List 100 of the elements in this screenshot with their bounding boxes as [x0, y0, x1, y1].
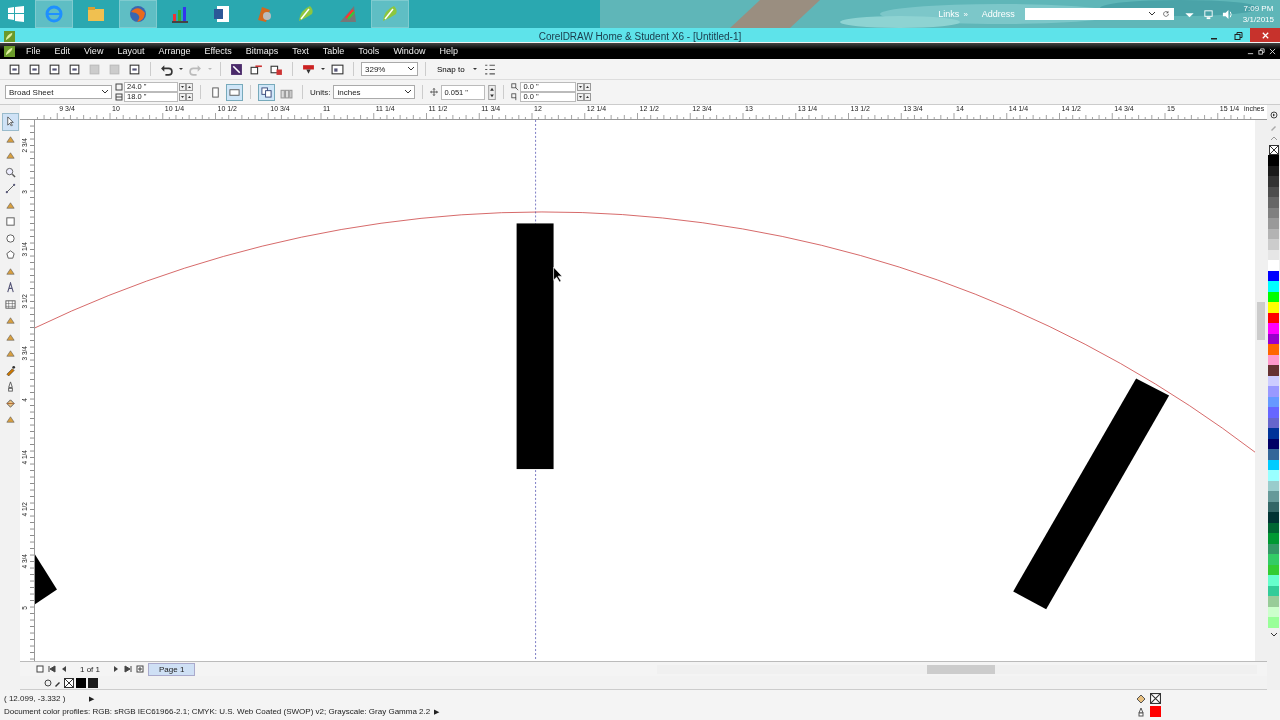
landscape-button[interactable] — [226, 83, 243, 101]
color-swatch[interactable] — [1268, 344, 1279, 355]
menu-item[interactable]: Table — [315, 46, 352, 56]
menu-item[interactable]: Window — [386, 46, 433, 56]
color-swatch[interactable] — [1268, 417, 1279, 428]
launcher-icon[interactable] — [302, 62, 315, 76]
color-swatch[interactable] — [1268, 354, 1279, 365]
color-swatch[interactable] — [1268, 302, 1279, 313]
color-swatch[interactable] — [1268, 512, 1279, 523]
menu-item[interactable]: Text — [285, 46, 316, 56]
color-swatch[interactable] — [1268, 501, 1279, 512]
palette-menu-icon[interactable] — [44, 678, 52, 687]
color-swatch[interactable] — [1268, 564, 1279, 575]
speaker-icon[interactable] — [1221, 8, 1233, 20]
menu-item[interactable]: Tools — [351, 46, 387, 56]
caret-icon[interactable] — [320, 66, 326, 72]
paste-icon[interactable] — [128, 62, 141, 76]
color-swatch[interactable] — [1268, 281, 1279, 292]
print-icon[interactable] — [68, 62, 81, 76]
color-swatch[interactable] — [1268, 407, 1279, 418]
horizontal-scrollbar[interactable] — [657, 664, 1257, 674]
page-size-dropdown[interactable]: Broad Sheet — [5, 85, 112, 99]
color-swatch[interactable] — [1268, 617, 1279, 628]
restore-icon[interactable] — [1258, 47, 1265, 55]
triangle-shape[interactable] — [35, 554, 57, 605]
caret-icon[interactable] — [178, 66, 184, 72]
color-swatch[interactable] — [1268, 449, 1279, 460]
windows-logo-icon[interactable] — [8, 6, 24, 22]
restore-icon[interactable] — [1233, 31, 1243, 41]
color-swatch[interactable] — [1268, 554, 1279, 565]
color-swatch[interactable] — [1268, 438, 1279, 449]
slanted-bar-shape[interactable] — [1013, 378, 1170, 610]
menu-item[interactable]: File — [19, 46, 48, 56]
no-color-swatch[interactable] — [1268, 145, 1279, 155]
color-swatch[interactable] — [1268, 396, 1279, 407]
spinner-icon[interactable] — [488, 84, 497, 100]
refresh-icon[interactable] — [1161, 10, 1170, 18]
page-tab[interactable]: Page 1 — [148, 662, 196, 676]
color-swatch[interactable] — [1268, 606, 1279, 617]
color-swatch[interactable] — [1268, 491, 1279, 502]
open-folder-icon[interactable] — [28, 62, 41, 76]
color-swatch[interactable] — [1268, 459, 1279, 470]
network-icon[interactable] — [1202, 8, 1214, 20]
menu-item[interactable]: Effects — [197, 46, 239, 56]
menu-item[interactable]: Arrange — [151, 46, 198, 56]
color-swatch[interactable] — [1268, 176, 1279, 187]
arc-curve[interactable] — [35, 212, 1255, 453]
no-color-indicator[interactable] — [1150, 693, 1161, 704]
close-button[interactable] — [1250, 28, 1280, 42]
tool-button[interactable] — [1, 113, 19, 131]
spinner-icon[interactable] — [577, 93, 592, 101]
last-page-icon[interactable] — [124, 665, 132, 673]
menu-item[interactable]: View — [77, 46, 111, 56]
color-swatch[interactable] — [1268, 249, 1279, 260]
previous-page-icon[interactable] — [60, 665, 68, 673]
color-indicator[interactable] — [1150, 706, 1161, 717]
export-icon[interactable] — [250, 62, 263, 76]
color-swatch[interactable] — [1268, 428, 1279, 439]
color-swatch[interactable] — [1268, 218, 1279, 229]
caret-icon[interactable] — [471, 66, 478, 72]
zoom-dropdown[interactable]: 329% — [361, 62, 418, 76]
color-swatch[interactable] — [88, 677, 98, 688]
vertical-bar-shape[interactable] — [516, 223, 554, 470]
menu-item[interactable]: Layout — [110, 46, 152, 56]
color-swatch[interactable] — [1268, 470, 1279, 481]
color-swatch[interactable] — [76, 677, 86, 688]
import-icon[interactable] — [230, 62, 243, 76]
options-icon[interactable] — [482, 62, 496, 76]
color-swatch[interactable] — [1268, 480, 1279, 491]
welcome-screen-icon[interactable] — [331, 62, 344, 76]
menu-item[interactable]: Edit — [47, 46, 78, 56]
color-swatch[interactable] — [1268, 239, 1279, 250]
units-dropdown[interactable]: inches — [333, 85, 416, 99]
menu-item[interactable]: Bitmaps — [238, 46, 286, 56]
snap-to-button[interactable]: Snap to — [433, 64, 469, 74]
color-swatch[interactable] — [1268, 585, 1279, 596]
color-swatch[interactable] — [1268, 533, 1279, 544]
color-swatch[interactable] — [1268, 596, 1279, 607]
spinner-icon[interactable] — [577, 83, 592, 91]
color-swatch[interactable] — [1268, 197, 1279, 208]
color-swatch[interactable] — [1268, 260, 1279, 271]
close-icon[interactable] — [1269, 47, 1276, 55]
address-field[interactable] — [1024, 8, 1174, 20]
color-swatch[interactable] — [1268, 270, 1279, 281]
no-color-swatch[interactable] — [64, 677, 74, 688]
cut-icon[interactable] — [88, 62, 101, 76]
color-swatch[interactable] — [1268, 323, 1279, 334]
color-swatch[interactable] — [1268, 543, 1279, 554]
first-page-icon[interactable] — [48, 665, 56, 673]
color-swatch[interactable] — [1268, 291, 1279, 302]
color-swatch[interactable] — [1268, 186, 1279, 197]
color-swatch[interactable] — [1268, 207, 1279, 218]
save-icon[interactable] — [48, 62, 61, 76]
add-page-icon[interactable] — [36, 665, 44, 673]
next-page-icon[interactable] — [112, 665, 120, 673]
color-swatch[interactable] — [1268, 386, 1279, 397]
palette-menu-icon[interactable] — [1269, 111, 1278, 119]
copy-icon[interactable] — [108, 62, 121, 76]
menu-item[interactable]: Help — [432, 46, 465, 56]
new-file-icon[interactable] — [8, 62, 21, 76]
